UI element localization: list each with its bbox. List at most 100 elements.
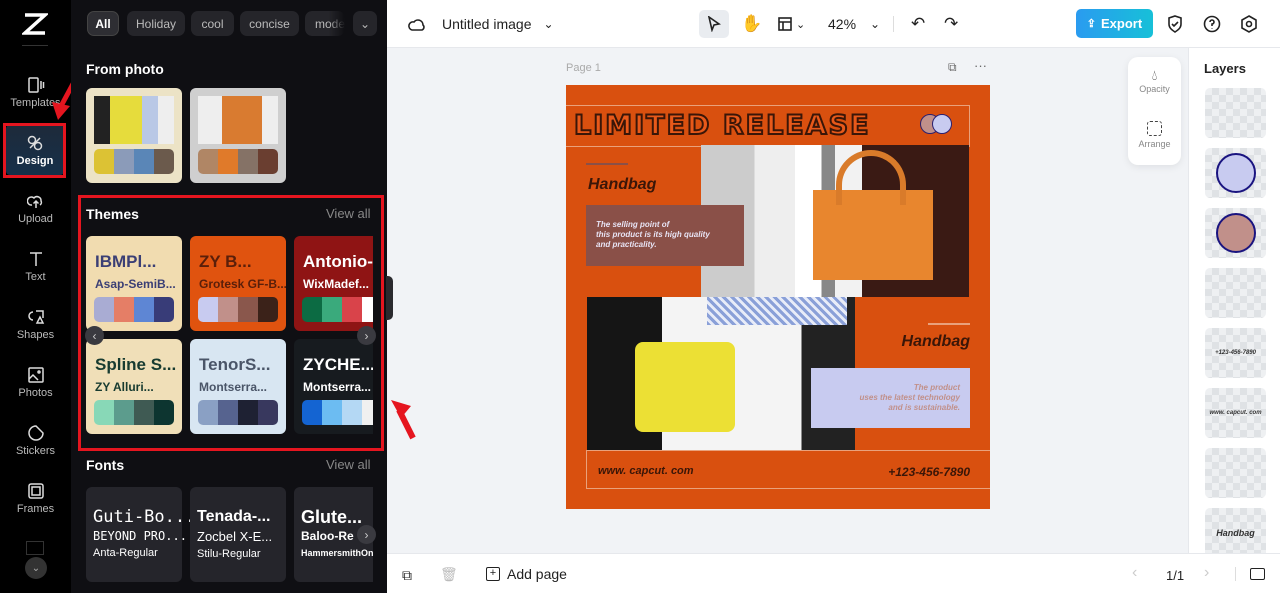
- add-page-icon: +: [486, 567, 500, 581]
- divider: [22, 45, 48, 46]
- from-photo-card[interactable]: [190, 88, 286, 183]
- layer-label: Handbag: [1216, 528, 1255, 538]
- nav-upload[interactable]: Upload: [0, 180, 71, 236]
- layer-item[interactable]: [1205, 88, 1266, 138]
- layer-label: +123-456-7890: [1215, 350, 1256, 356]
- redo-button[interactable]: ↷: [944, 12, 958, 36]
- from-photo-card[interactable]: [86, 88, 182, 183]
- palette-swatch: [94, 149, 114, 174]
- stickers-icon: [27, 424, 44, 441]
- hand-tool-button[interactable]: ✋: [741, 12, 762, 36]
- next-page-button[interactable]: ›: [1204, 564, 1209, 582]
- shapes-icon: [27, 309, 44, 324]
- sleeve-pattern: [707, 297, 847, 325]
- page-manager-icon[interactable]: [1250, 568, 1265, 580]
- layer-item[interactable]: [1205, 148, 1266, 198]
- prev-page-button[interactable]: ‹: [1132, 564, 1137, 582]
- layer-label: www. capcut. com: [1209, 410, 1262, 416]
- delete-icon[interactable]: 🗑︎: [440, 566, 458, 583]
- palette-swatch: [154, 149, 174, 174]
- color-palette: [198, 149, 278, 174]
- chip-mode[interactable]: mode: [305, 11, 345, 36]
- website-text: www. capcut. com: [598, 465, 694, 477]
- fonts-view-all-link[interactable]: View all: [326, 457, 371, 472]
- chip-cool[interactable]: cool: [191, 11, 234, 36]
- document-title[interactable]: Untitled image ⌄: [442, 12, 554, 36]
- chip-concise[interactable]: concise: [240, 11, 299, 36]
- top-toolbar: Untitled image ⌄ ✋ ⌄ 42% ⌄ ↶ ↷ ⇪ Export: [387, 0, 1280, 48]
- bag-handle: [836, 150, 906, 205]
- yellow-bag: [635, 342, 735, 432]
- fonts-next-button[interactable]: ›: [357, 525, 376, 544]
- shield-icon[interactable]: [1167, 12, 1183, 36]
- palette-swatch: [134, 149, 154, 174]
- layer-item[interactable]: [1205, 268, 1266, 318]
- opacity-icon: 💧︎: [1151, 67, 1158, 83]
- chips-expand-button[interactable]: ⌄: [353, 11, 377, 36]
- photo-thumbnail: [198, 96, 278, 144]
- nav-photos[interactable]: Photos: [0, 354, 71, 410]
- duplicate-icon[interactable]: ⧉: [402, 567, 412, 584]
- select-tool-button[interactable]: [699, 10, 729, 38]
- export-button[interactable]: ⇪ Export: [1076, 9, 1153, 38]
- chevron-down-icon: ⌄: [870, 17, 881, 31]
- cloud-sync-icon[interactable]: [407, 12, 427, 36]
- share-icon: ⇪: [1086, 18, 1097, 30]
- help-icon[interactable]: [1203, 12, 1221, 36]
- from-photo-title: From photo: [86, 61, 164, 77]
- expand-nav-button[interactable]: ⌄: [25, 557, 47, 579]
- nav-shapes[interactable]: Shapes: [0, 296, 71, 352]
- accent-line: [928, 323, 970, 325]
- palette-swatch: [238, 149, 258, 174]
- add-page-button[interactable]: + Add page: [486, 566, 567, 582]
- nav-stickers[interactable]: Stickers: [0, 412, 71, 468]
- body-text-1: The selling point of this product is its…: [586, 205, 744, 266]
- collapse-panel-handle[interactable]: [386, 276, 393, 320]
- layer-item[interactable]: [1205, 208, 1266, 258]
- hand-icon: ✋: [741, 14, 763, 33]
- more-options-icon[interactable]: ···: [974, 58, 987, 73]
- layer-item[interactable]: +123-456-7890: [1205, 328, 1266, 378]
- photos-icon: [27, 366, 44, 383]
- bottom-bar: ⧉ 🗑︎ + Add page ‹ 1/1 ›: [387, 553, 1280, 593]
- heading-2: Handbag: [901, 333, 970, 350]
- body-text-2: The product uses the latest technology a…: [811, 368, 970, 428]
- fonts-title: Fonts: [86, 457, 125, 473]
- design-canvas[interactable]: LIMITED RELEASE Handbag The selling poin…: [566, 85, 990, 509]
- layout-button[interactable]: ⌄: [777, 12, 805, 36]
- chip-all[interactable]: All: [87, 11, 119, 36]
- layer-item[interactable]: Handbag: [1205, 508, 1266, 558]
- palette-swatch: [114, 149, 134, 174]
- page-count: 1/1: [1166, 568, 1185, 583]
- opacity-button[interactable]: 💧︎ Opacity: [1128, 67, 1181, 94]
- chevron-down-icon: ⌄: [543, 17, 554, 31]
- capcut-logo-icon: [20, 12, 50, 36]
- undo-icon: ↶: [911, 14, 926, 33]
- heading-1: Handbag: [588, 176, 657, 193]
- divider: [1235, 567, 1236, 581]
- color-palette: [94, 149, 174, 174]
- redo-icon: ↷: [944, 14, 959, 33]
- property-toolbar: 💧︎ Opacity Arrange: [1128, 57, 1181, 165]
- arrange-button[interactable]: Arrange: [1128, 121, 1181, 149]
- zoom-dropdown[interactable]: 42% ⌄: [828, 12, 880, 36]
- settings-icon[interactable]: [1240, 12, 1258, 36]
- font-card[interactable]: Guti-Bo... BEYOND PRO... Anta-Regular: [86, 487, 195, 582]
- headline: LIMITED RELEASE: [573, 109, 871, 142]
- layer-item[interactable]: [1205, 448, 1266, 498]
- layer-circle-thumb: [1215, 213, 1256, 253]
- nav-frames[interactable]: Frames: [0, 470, 71, 526]
- undo-button[interactable]: ↶: [911, 12, 925, 36]
- font-card[interactable]: Tenada-... Zocbel X-E... Stilu-Regular: [190, 487, 286, 582]
- duplicate-page-icon[interactable]: ⧉: [948, 60, 957, 75]
- palette-swatch: [258, 149, 278, 174]
- arrange-icon: [1147, 121, 1162, 136]
- nav-text[interactable]: Text: [0, 238, 71, 294]
- chip-holiday[interactable]: Holiday: [127, 11, 185, 36]
- frames-icon: [27, 482, 44, 499]
- layer-item[interactable]: www. capcut. com: [1205, 388, 1266, 438]
- text-icon: [29, 251, 42, 266]
- divider: [893, 16, 894, 32]
- more-apps-icon: [26, 541, 44, 555]
- page-label: Page 1: [566, 62, 601, 74]
